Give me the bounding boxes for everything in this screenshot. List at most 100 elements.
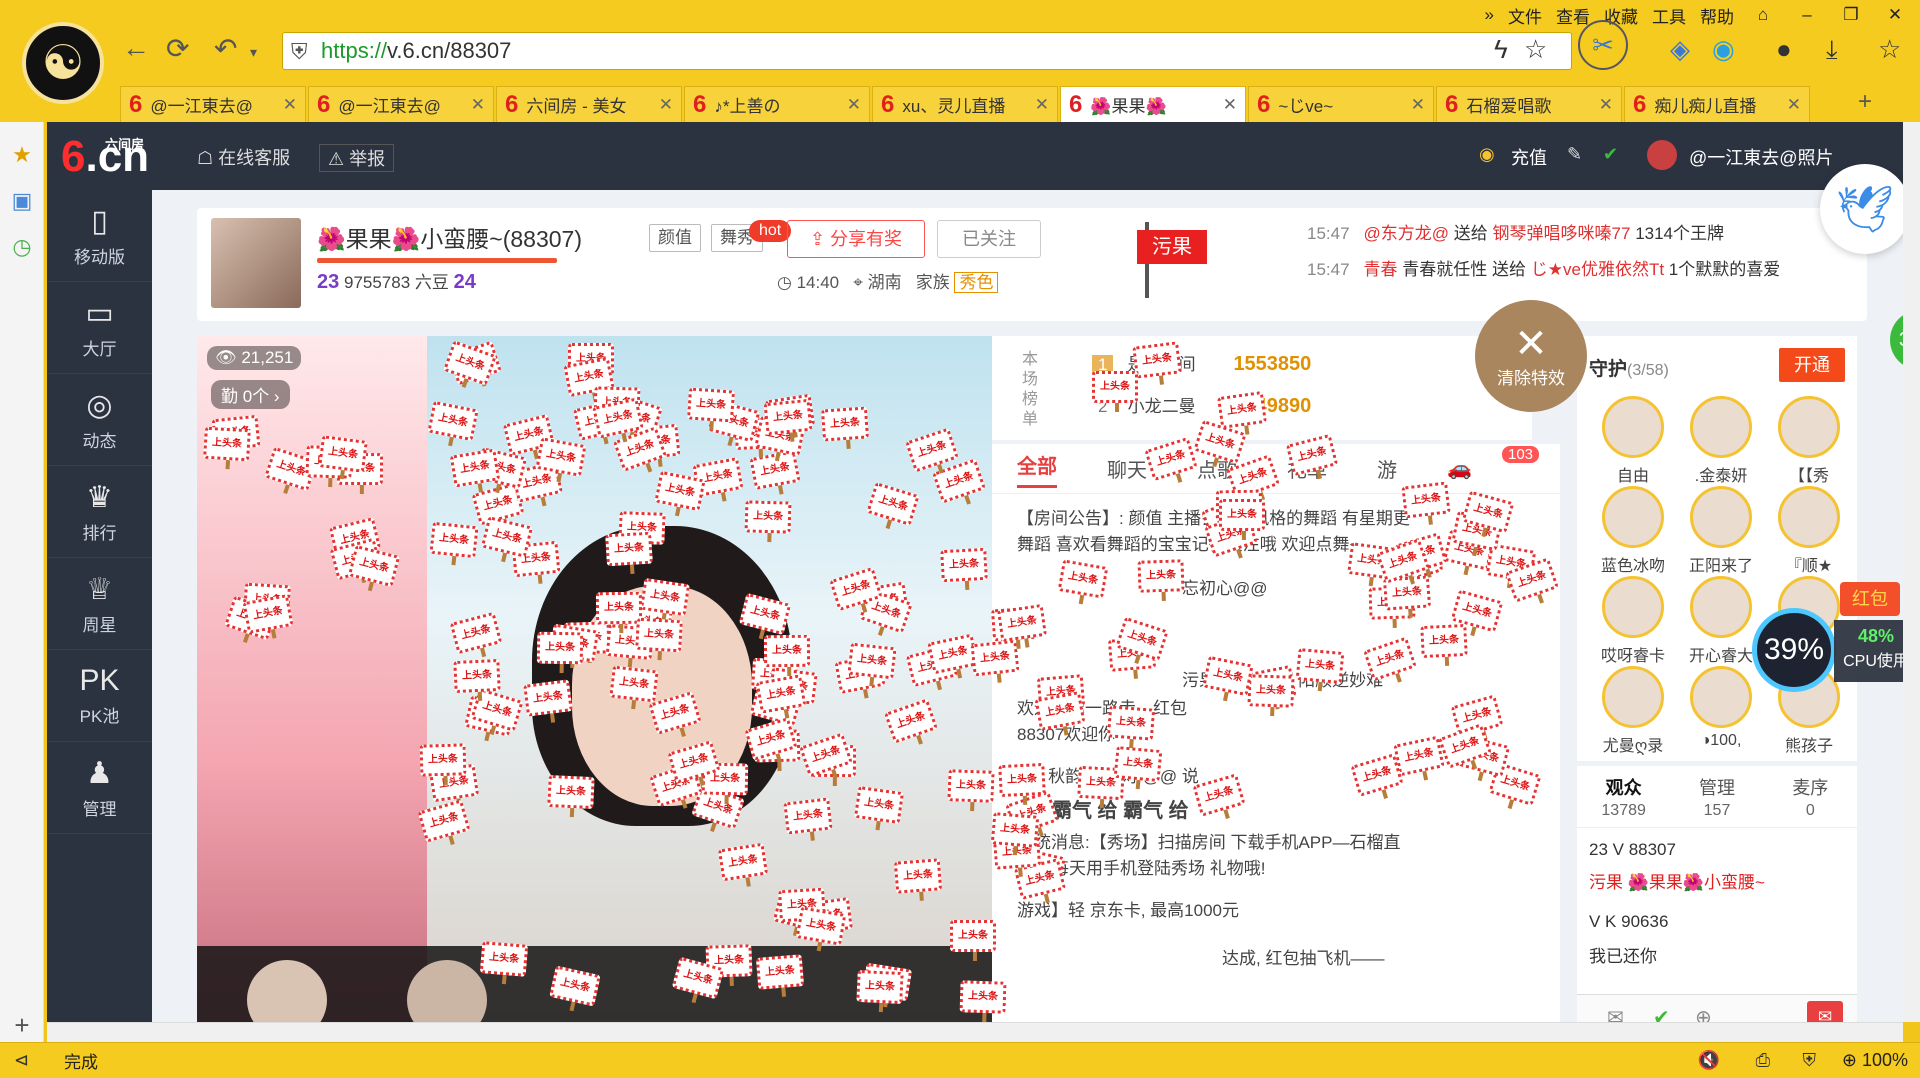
browser-tab[interactable]: 6 石榴爱唱歌 ✕ [1436,86,1622,122]
mute-icon[interactable]: 🔇 [1698,1050,1720,1071]
tab-close-icon[interactable]: ✕ [659,95,673,115]
menu-view[interactable]: 查看 [1556,3,1590,28]
minimize-icon[interactable]: – [1792,5,1822,25]
guard-member[interactable]: 正阳来了 [1679,486,1763,576]
menu-more[interactable]: » [1485,5,1494,25]
menu-help[interactable]: 帮助 [1700,3,1734,28]
chat-bubble-icon[interactable]: ● [1776,34,1792,65]
car-icon[interactable]: 🚗 [1447,456,1472,481]
audience-row[interactable]: 污果 🌺果果🌺小蛮腰~ [1589,868,1765,893]
cpu-widget[interactable]: 39% 48% CPU使用 [1752,608,1920,718]
chevron-down-icon[interactable]: ▾ [250,44,257,61]
sidenav-item[interactable]: ▯ 移动版 [47,190,152,282]
browser-tab[interactable]: 6 痴儿痴儿直播 ✕ [1624,86,1810,122]
horizontal-scrollbar[interactable] [47,1022,1903,1042]
tab-close-icon[interactable]: ✕ [847,95,861,115]
sidenav-item[interactable]: ▭ 大厅 [47,282,152,374]
zoom-level[interactable]: ⊕ 100% [1842,1050,1908,1071]
browser-tab[interactable]: 6 ♪*上善の ✕ [684,86,870,122]
tab-songs[interactable]: 点歌 [1197,454,1237,483]
guard-member[interactable]: .金泰妍 [1679,396,1763,486]
favorites-star-icon[interactable]: ☆ [1878,34,1901,65]
user-avatar[interactable] [1647,140,1677,170]
sidenav-item[interactable]: ♛ 排行 [47,466,152,558]
audience-row[interactable]: V K 90636 [1589,912,1668,932]
address-bar[interactable]: ⛨ https://v.6.cn/88307 [282,32,1572,70]
video-player[interactable]: 👁 21,251 勤 0个 › 而来 [197,336,992,1042]
gift-counter[interactable]: 勤 0个 › [211,380,290,409]
menu-tools[interactable]: 工具 [1652,3,1686,28]
tab-close-icon[interactable]: ✕ [283,95,297,115]
ranking-row[interactable]: 1 是有时间 1553850 [1092,350,1311,376]
follow-button[interactable]: 已关注 [937,220,1041,258]
tab-close-icon[interactable]: ✕ [1035,95,1049,115]
site-logo[interactable]: 6.cn 六间房 [61,132,149,182]
guard-member[interactable]: 蓝色冰吻 [1591,486,1675,576]
group-flag[interactable]: 污果 [1137,230,1207,264]
print-icon[interactable]: ⎙ [1756,1050,1770,1071]
ranking-row[interactable]: 2 小龙二曼 1249890 [1092,392,1311,418]
tab-close-icon[interactable]: ✕ [1599,95,1613,115]
tab-chat[interactable]: 聊天 [1107,454,1147,483]
guard-member[interactable]: 自由 [1591,396,1675,486]
service-link[interactable]: ☖ 在线客服 [197,144,290,170]
lightning-icon[interactable]: ϟ [1494,34,1508,65]
back-icon[interactable]: ← [122,32,150,64]
browser-tab[interactable]: 6 🌺果果🌺 ✕ [1060,86,1246,122]
report-button[interactable]: ⚠ 举报 [319,144,395,172]
bird-assistant-icon[interactable]: 🕊 [1820,164,1910,254]
favorites-side-icon[interactable]: ★ [0,142,44,168]
star-icon[interactable]: ☆ [1524,34,1547,65]
screenshot-scissors-icon[interactable]: ✂ [1578,20,1628,70]
browser-tab[interactable]: 6 ~じve~ ✕ [1248,86,1434,122]
browser-orb-icon[interactable]: ◉ [1712,34,1735,65]
recharge-link[interactable]: 充值 [1511,144,1547,170]
share-button[interactable]: ⇪ 分享有奖 [787,220,925,258]
clear-effects-button[interactable]: ✕ 清除特效 [1475,300,1587,412]
undo-icon[interactable]: ↶ [214,32,237,65]
sidenav-item[interactable]: ♟ 管理 [47,742,152,834]
history-side-icon[interactable]: ◷ [0,234,44,260]
vertical-scrollbar[interactable] [1903,122,1920,1022]
download-icon[interactable]: ⤓ [1826,34,1838,66]
guard-member[interactable]: 哎呀睿卡 [1591,576,1675,666]
menu-file[interactable]: 文件 [1508,3,1542,28]
url-text[interactable]: https://v.6.cn/88307 [321,38,511,64]
skin-icon[interactable]: ⌂ [1748,5,1778,25]
tab-close-icon[interactable]: ✕ [1787,95,1801,115]
edit-icon[interactable]: ✎ [1567,144,1582,165]
tab-admin[interactable]: 管理 157 [1670,766,1763,827]
browser-tab[interactable]: 6 xu、灵儿直播 ✕ [872,86,1058,122]
tablet-side-icon[interactable]: ▣ [0,188,44,214]
tab-gift-list[interactable]: 礼单 [1287,454,1327,483]
guard-member[interactable]: 『顺★ [1767,486,1851,576]
extension-icon[interactable]: ◈ [1670,34,1690,65]
audience-row[interactable]: 我已还你 [1589,942,1657,967]
restore-icon[interactable]: ❐ [1836,5,1866,25]
browser-tab[interactable]: 6 六间房 - 美女 ✕ [496,86,682,122]
sidenav-item[interactable]: ♕ 周星 [47,558,152,650]
sidebar-toggle-icon[interactable]: ⊲ [14,1050,29,1071]
browser-tab[interactable]: 6 @一江東去@ ✕ [120,86,306,122]
guard-member[interactable]: 尤曼ღ录 [1591,666,1675,756]
sidenav-item[interactable]: ◎ 动态 [47,374,152,466]
audience-row[interactable]: 23 V 88307 [1589,840,1676,860]
guard-member[interactable]: ◑100, [1679,666,1763,750]
add-panel-icon[interactable]: + [0,1010,44,1041]
shield-status-icon[interactable]: ⛨ [1803,1050,1817,1071]
tab-close-icon[interactable]: ✕ [1223,95,1237,115]
guard-member[interactable]: 【【秀 [1767,396,1851,486]
refresh-icon[interactable]: ⟳ [166,32,189,65]
tab-games[interactable]: 游 [1377,454,1397,483]
tab-audience[interactable]: 观众 13789 [1577,766,1670,827]
tab-mic-queue[interactable]: 麦序 0 [1764,766,1857,827]
new-tab-icon[interactable]: + [1858,88,1872,116]
browser-tab[interactable]: 6 @一江東去@ ✕ [308,86,494,122]
guard-member[interactable]: 开心睿大 [1679,576,1763,666]
close-window-icon[interactable]: ✕ [1880,5,1910,25]
user-name[interactable]: @一江東去@照片 [1689,144,1834,170]
sidenav-item[interactable]: PK PK池 [47,650,152,742]
tab-close-icon[interactable]: ✕ [1411,95,1425,115]
tab-all[interactable]: 全部 [1017,450,1057,488]
check-icon[interactable]: ✔ [1603,144,1618,165]
